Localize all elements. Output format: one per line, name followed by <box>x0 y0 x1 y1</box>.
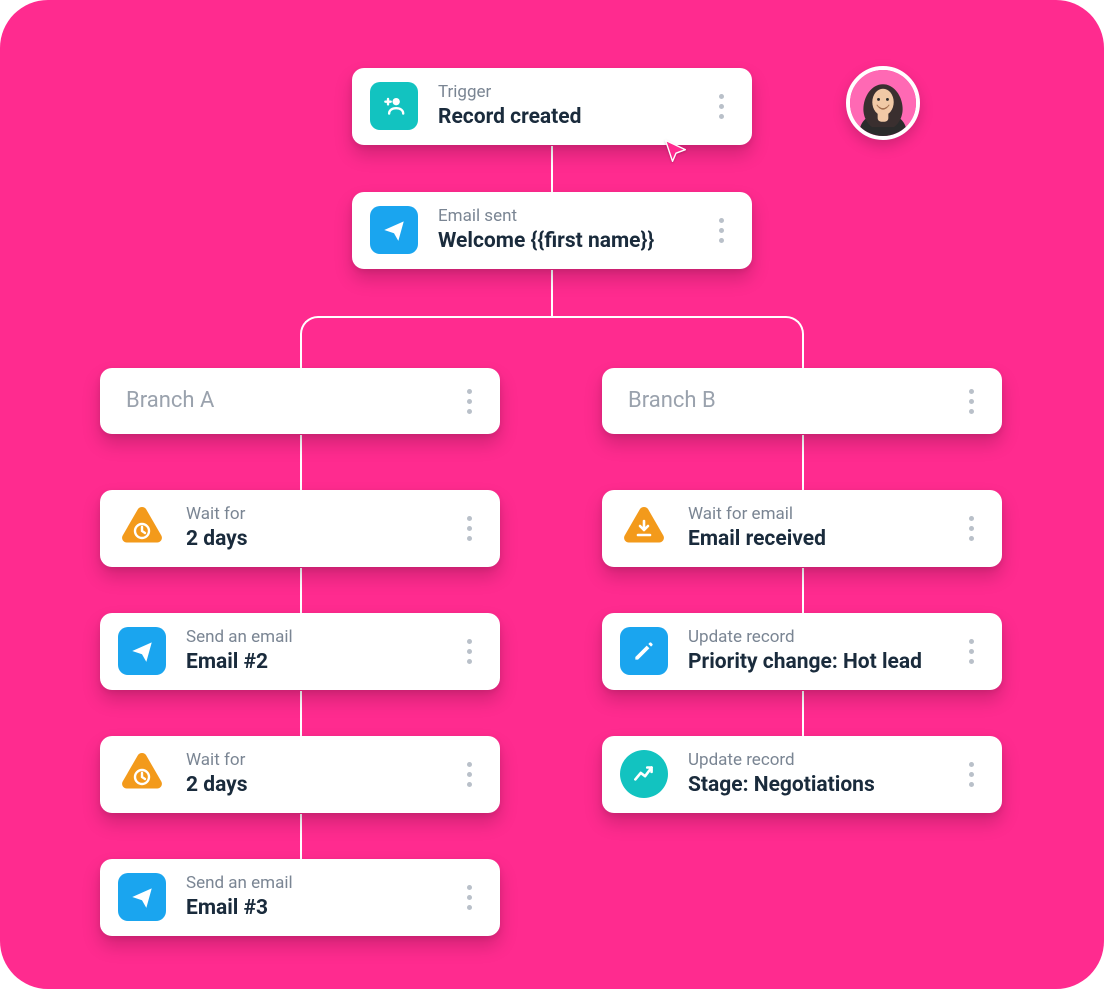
branch-a-header[interactable]: Branch A <box>100 368 500 434</box>
edit-icon <box>620 627 668 675</box>
more-menu-icon[interactable] <box>710 94 736 119</box>
connector <box>338 316 766 318</box>
branch-name: Branch B <box>628 388 940 414</box>
node-label: Wait for <box>186 504 438 524</box>
branch-a-step-1[interactable]: Wait for 2 days <box>100 490 500 567</box>
node-title: Welcome {{first name}} <box>438 228 690 254</box>
connector <box>300 814 302 860</box>
node-label: Update record <box>688 627 940 647</box>
connector <box>551 270 553 316</box>
connector-corner <box>300 316 340 356</box>
branch-b-step-2[interactable]: Update record Priority change: Hot lead <box>602 613 1002 690</box>
avatar <box>846 66 920 140</box>
more-menu-icon[interactable] <box>458 762 484 787</box>
more-menu-icon[interactable] <box>960 389 986 414</box>
trigger-node[interactable]: Trigger Record created <box>352 68 752 145</box>
node-title: Record created <box>438 104 690 130</box>
node-title: Email #2 <box>186 649 438 675</box>
connector <box>551 146 553 192</box>
trend-icon <box>620 750 668 798</box>
download-triangle-icon <box>620 507 668 549</box>
node-title: Email #3 <box>186 895 438 921</box>
connector <box>300 691 302 737</box>
send-icon <box>118 873 166 921</box>
send-icon <box>370 206 418 254</box>
clock-triangle-icon <box>118 753 166 795</box>
node-title: 2 days <box>186 526 438 552</box>
node-label: Send an email <box>186 627 438 647</box>
more-menu-icon[interactable] <box>960 762 986 787</box>
node-label: Trigger <box>438 82 690 102</box>
more-menu-icon[interactable] <box>458 639 484 664</box>
node-label: Send an email <box>186 873 438 893</box>
more-menu-icon[interactable] <box>458 389 484 414</box>
node-label: Update record <box>688 750 940 770</box>
branch-b-header[interactable]: Branch B <box>602 368 1002 434</box>
branch-a-step-2[interactable]: Send an email Email #2 <box>100 613 500 690</box>
branch-a-step-3[interactable]: Wait for 2 days <box>100 736 500 813</box>
more-menu-icon[interactable] <box>458 516 484 541</box>
more-menu-icon[interactable] <box>960 639 986 664</box>
more-menu-icon[interactable] <box>710 218 736 243</box>
connector <box>802 691 804 737</box>
branch-a-step-4[interactable]: Send an email Email #3 <box>100 859 500 936</box>
node-title: Email received <box>688 526 940 552</box>
send-icon <box>118 627 166 675</box>
add-person-icon <box>370 82 418 130</box>
workflow-canvas: Trigger Record created Email sent Welcom… <box>0 0 1104 989</box>
node-title: Priority change: Hot lead <box>688 649 940 675</box>
node-label: Email sent <box>438 206 690 226</box>
branch-name: Branch A <box>126 388 438 414</box>
cursor-pointer-icon <box>662 138 690 166</box>
connector <box>300 435 302 491</box>
connector <box>802 568 804 614</box>
branch-b-step-3[interactable]: Update record Stage: Negotiations <box>602 736 1002 813</box>
node-title: 2 days <box>186 772 438 798</box>
more-menu-icon[interactable] <box>458 885 484 910</box>
node-title: Stage: Negotiations <box>688 772 940 798</box>
connector <box>802 435 804 491</box>
connector <box>300 568 302 614</box>
node-label: Wait for <box>186 750 438 770</box>
node-label: Wait for email <box>688 504 940 524</box>
clock-triangle-icon <box>118 507 166 549</box>
more-menu-icon[interactable] <box>960 516 986 541</box>
connector-corner <box>764 316 804 356</box>
branch-b-step-1[interactable]: Wait for email Email received <box>602 490 1002 567</box>
email-sent-node[interactable]: Email sent Welcome {{first name}} <box>352 192 752 269</box>
